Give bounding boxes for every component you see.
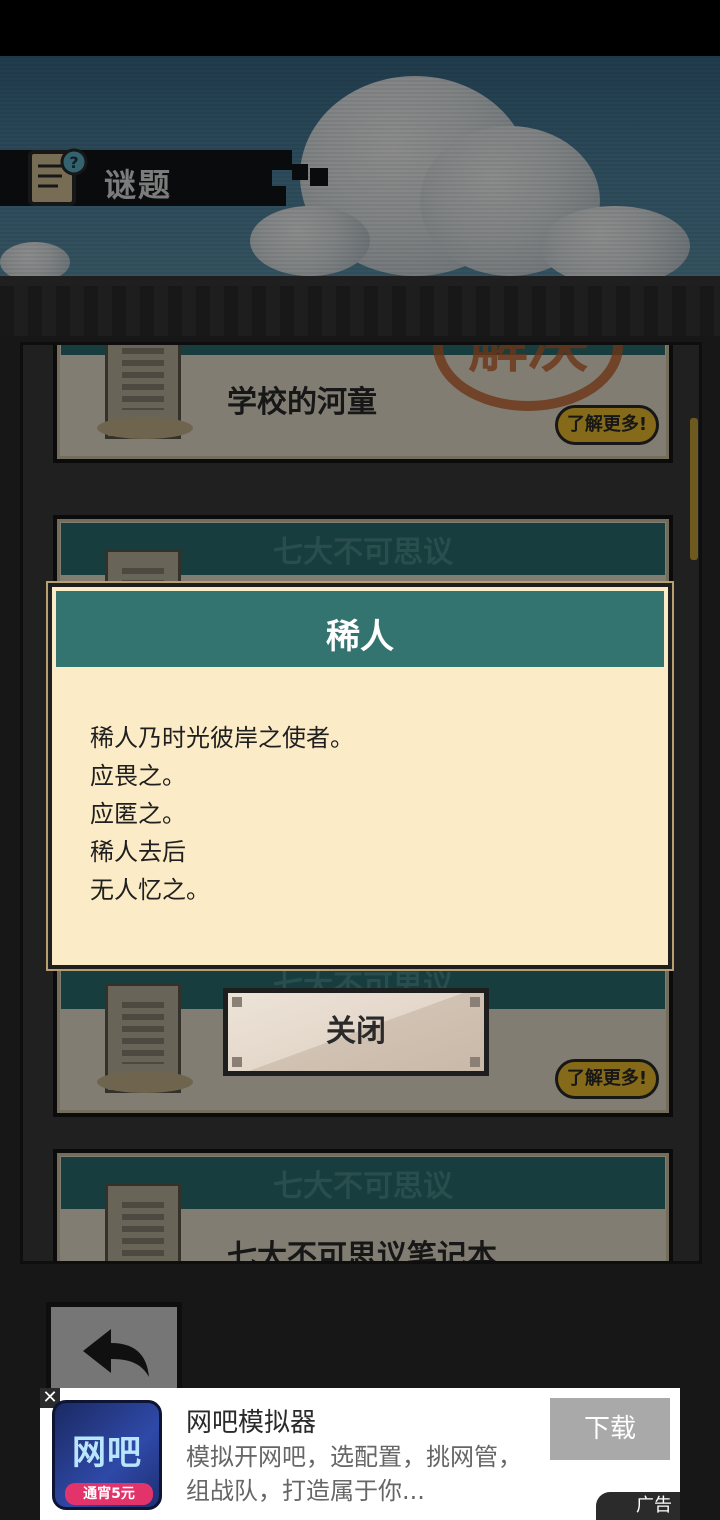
ad-icon-text: 网吧 — [72, 1433, 142, 1473]
dialog-line: 应畏之。 — [90, 762, 186, 790]
dialog-line: 应匿之。 — [90, 800, 186, 828]
dialog-line: 稀人去后 — [90, 838, 186, 866]
ad-badge: 广告 — [596, 1492, 680, 1520]
ad-app-icon[interactable]: 网吧 通宵5元 — [52, 1400, 162, 1510]
dialog-body: 稀人乃时光彼岸之使者。 应畏之。 应匿之。 稀人去后 无人忆之。 — [90, 719, 354, 909]
dialog-header: 稀人 — [56, 591, 664, 667]
dialog-line: 稀人乃时光彼岸之使者。 — [90, 724, 354, 752]
ad-icon-badge: 通宵5元 — [65, 1483, 153, 1505]
riddle-dialog: 稀人 稀人乃时光彼岸之使者。 应畏之。 应匿之。 稀人去后 无人忆之。 — [48, 583, 672, 969]
ad-description[interactable]: 模拟开网吧，选配置，挑网管，组战队，打造属于你... — [186, 1440, 536, 1508]
status-bar — [0, 0, 720, 56]
dialog-line: 无人忆之。 — [90, 876, 210, 904]
ad-title[interactable]: 网吧模拟器 — [186, 1402, 316, 1439]
close-button[interactable]: 关闭 — [223, 988, 489, 1076]
dialog-title: 稀人 — [326, 617, 394, 657]
close-button-label: 关闭 — [326, 1014, 386, 1049]
ad-download-button[interactable]: 下载 — [550, 1398, 670, 1460]
